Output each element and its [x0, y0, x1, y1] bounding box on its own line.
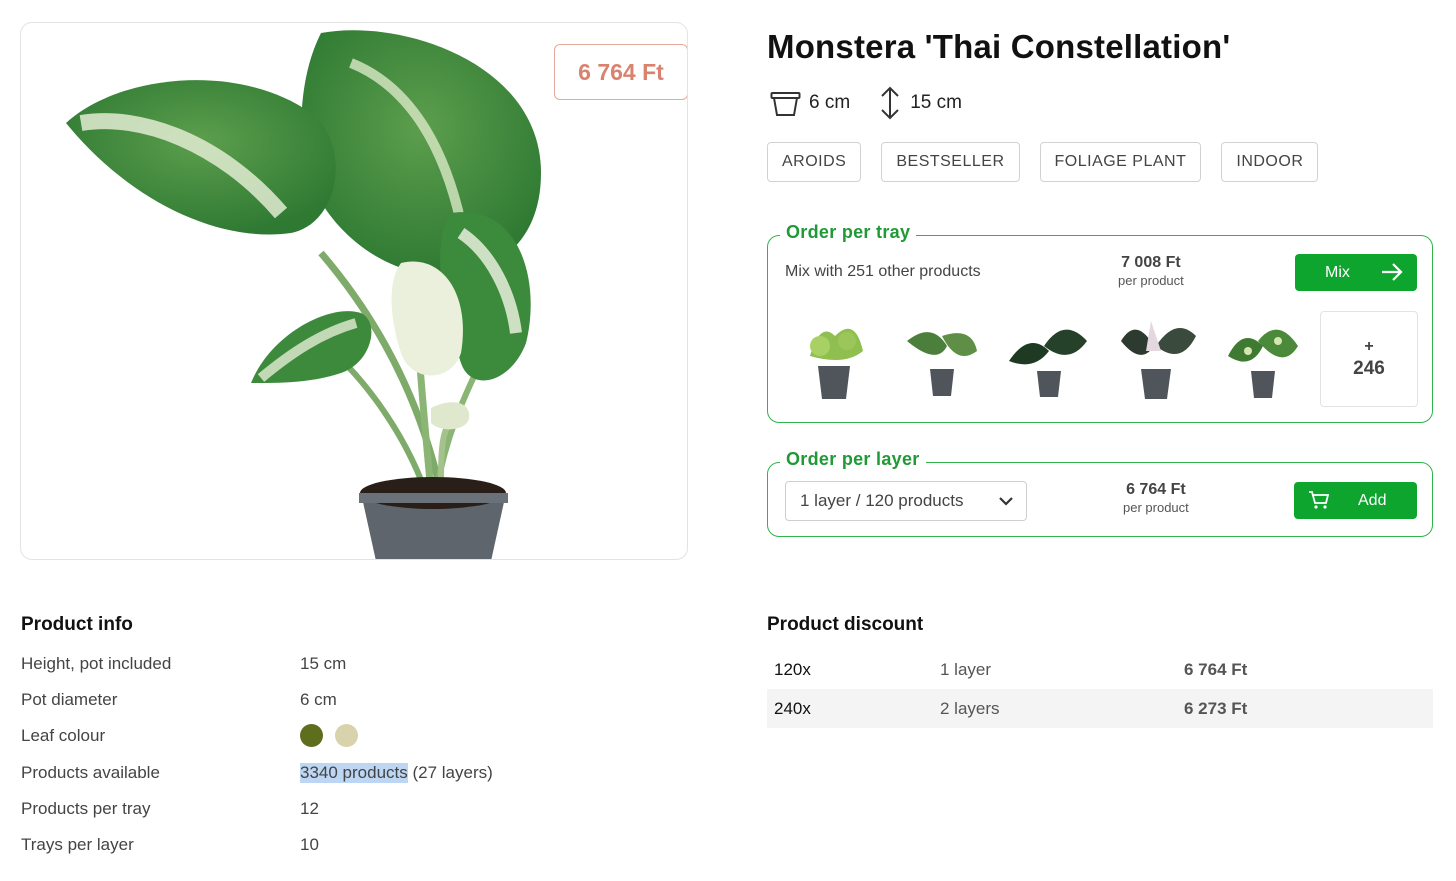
discount-row: 240x 2 layers 6 273 Ft [767, 689, 1433, 728]
cart-icon [1309, 491, 1330, 509]
product-info-title: Product info [21, 614, 133, 635]
discount-unit: 2 layers [940, 698, 1000, 718]
tag-list: AROIDS BESTSELLER FOLIAGE PLANT INDOOR [767, 142, 1319, 182]
mix-button[interactable]: Mix [1295, 254, 1417, 291]
products-available-value: 3340 products [300, 763, 408, 783]
pot-size-value: 6 cm [809, 92, 851, 113]
discount-unit: 1 layer [940, 659, 992, 679]
info-label: Trays per layer [21, 835, 134, 854]
plant-height: 15 cm [878, 86, 962, 120]
pot-size: 6 cm [770, 89, 850, 117]
product-image-card: 6 764 Ft [20, 22, 688, 560]
info-row-products-per-tray: Products per tray 12 [21, 799, 681, 835]
height-value: 15 cm [910, 92, 962, 113]
leaf-colour-swatch-dark-green [300, 724, 323, 747]
mix-thumbnail[interactable] [785, 311, 883, 406]
mix-button-label: Mix [1325, 263, 1350, 281]
add-button-label: Add [1358, 491, 1387, 509]
tag-indoor[interactable]: INDOOR [1221, 142, 1319, 182]
discount-qty: 240x [774, 698, 811, 718]
order-per-tray-legend: Order per tray [780, 222, 917, 243]
info-row-pot-diameter: Pot diameter 6 cm [21, 690, 681, 726]
info-value: 15 cm [300, 654, 347, 673]
info-row-height: Height, pot included 15 cm [21, 654, 681, 690]
info-label: Leaf colour [21, 726, 106, 745]
tag-foliage-plant[interactable]: FOLIAGE PLANT [1039, 142, 1202, 182]
leaf-colour-swatches [300, 724, 358, 747]
product-dimensions: 6 cm 15 cm [770, 86, 990, 120]
order-per-tray-box: Order per tray Mix with 251 other produc… [767, 222, 1433, 423]
info-row-trays-per-layer: Trays per layer 10 [21, 835, 681, 871]
layer-price-unit: per product [1123, 500, 1189, 515]
discount-price: 6 764 Ft [1184, 659, 1248, 679]
product-title: Monstera 'Thai Constellation' [767, 28, 1231, 65]
product-image [66, 30, 541, 559]
chevron-down-icon [999, 497, 1013, 506]
layer-quantity-select[interactable]: 1 layer / 120 products [785, 481, 1027, 521]
layer-price: 6 764 Ft per product [1123, 481, 1189, 515]
height-arrow-icon [881, 86, 899, 120]
discount-row: 120x 1 layer 6 764 Ft [767, 650, 1433, 689]
mix-thumbnail[interactable] [1106, 311, 1204, 406]
info-row-leaf-colour: Leaf colour [21, 724, 681, 762]
products-available-layers: (27 layers) [407, 763, 493, 782]
tag-aroids[interactable]: AROIDS [767, 142, 862, 182]
more-products-tile[interactable]: + 246 [1320, 311, 1418, 407]
mix-thumbnail[interactable] [1213, 311, 1311, 406]
mix-thumbnail[interactable] [892, 311, 990, 406]
mix-thumbnail[interactable] [999, 311, 1097, 406]
more-products-plus: + [1364, 338, 1374, 355]
price-badge: 6 764 Ft [554, 44, 687, 100]
leaf-colour-swatch-cream [335, 724, 358, 747]
layer-select-value: 1 layer / 120 products [800, 491, 964, 510]
mix-product-thumbnails: + 246 [785, 311, 1418, 407]
discount-qty: 120x [774, 659, 811, 679]
info-value: 10 [300, 835, 319, 854]
info-row-products-available: Products available 3340 products (27 lay… [21, 763, 681, 799]
info-value: 12 [300, 799, 319, 818]
info-label: Pot diameter [21, 690, 118, 709]
arrow-right-icon [1382, 263, 1403, 281]
tray-price: 7 008 Ft per product [1118, 254, 1184, 288]
tag-bestseller[interactable]: BESTSELLER [881, 142, 1020, 182]
info-value: 3340 products (27 layers) [300, 763, 493, 783]
info-value: 6 cm [300, 690, 337, 709]
order-per-layer-box: Order per layer 1 layer / 120 products 6… [767, 449, 1433, 537]
product-discount-title: Product discount [767, 614, 924, 635]
info-label: Products per tray [21, 799, 151, 818]
add-to-cart-button[interactable]: Add [1294, 482, 1417, 519]
info-label: Height, pot included [21, 654, 172, 673]
discount-price: 6 273 Ft [1184, 698, 1248, 718]
more-products-count: 246 [1353, 358, 1385, 379]
info-label: Products available [21, 763, 160, 782]
tray-price-value: 7 008 Ft [1121, 254, 1181, 271]
pot-icon [770, 92, 801, 116]
layer-price-value: 6 764 Ft [1126, 481, 1186, 498]
order-per-layer-legend: Order per layer [780, 449, 926, 470]
tray-price-unit: per product [1118, 273, 1184, 288]
mix-description: Mix with 251 other products [785, 263, 981, 280]
